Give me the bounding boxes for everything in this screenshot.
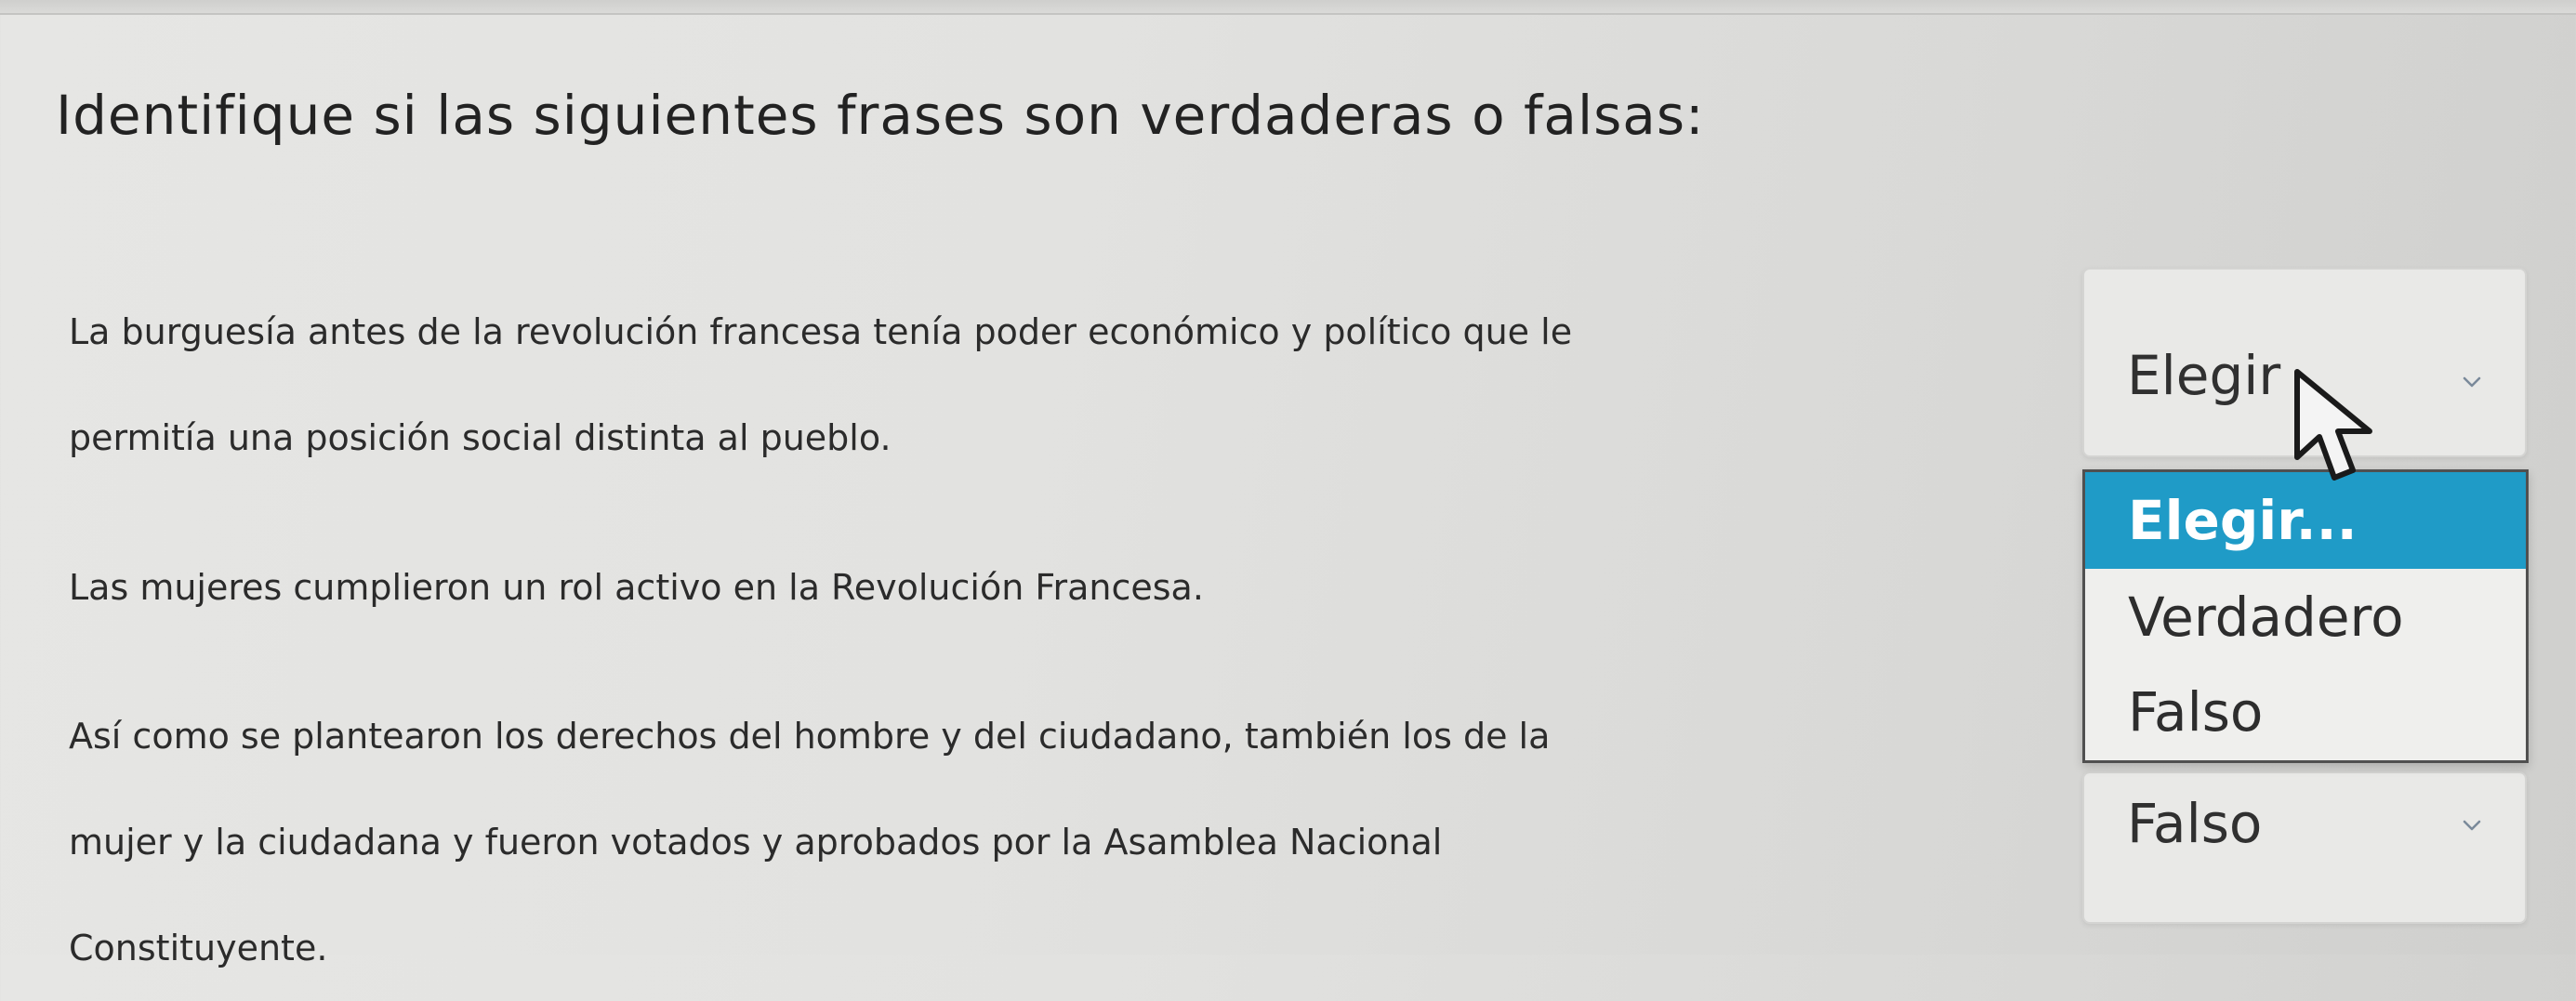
dropdown-option-falso[interactable]: Falso <box>2085 664 2526 760</box>
question-3-text: Así como se plantearon los derechos del … <box>69 683 1975 1001</box>
question-2-line-1: Las mujeres cumplieron un rol activo en … <box>69 567 1204 608</box>
dropdown-option-verdadero[interactable]: Verdadero <box>2085 569 2526 665</box>
question-3-select[interactable]: Falso <box>2082 771 2527 924</box>
chevron-down-icon <box>2463 820 2481 831</box>
chevron-down-icon <box>2463 376 2481 388</box>
question-1-line-2: permitía una posición social distinta al… <box>69 417 892 458</box>
mouse-pointer-icon <box>2294 369 2372 481</box>
question-1-text: La burguesía antes de la revolución fran… <box>69 279 1975 491</box>
question-3-line-1: Así como se plantearon los derechos del … <box>69 716 1551 757</box>
question-2-text: Las mujeres cumplieron un rol activo en … <box>69 534 1463 640</box>
select-dropdown-list: Elegir... Verdadero Falso <box>2082 469 2529 763</box>
question-3-line-3: Constituyente. <box>69 928 328 968</box>
window-top-edge <box>0 0 2576 15</box>
question-3-select-value: Falso <box>2127 792 2263 855</box>
question-1-line-1: La burguesía antes de la revolución fran… <box>69 311 1573 352</box>
question-3-line-2: mujer y la ciudadana y fueron votados y … <box>69 822 1443 863</box>
question-1-select-value: Elegir <box>2127 344 2281 407</box>
page-title: Identifique si las siguientes frases son… <box>56 84 1705 147</box>
